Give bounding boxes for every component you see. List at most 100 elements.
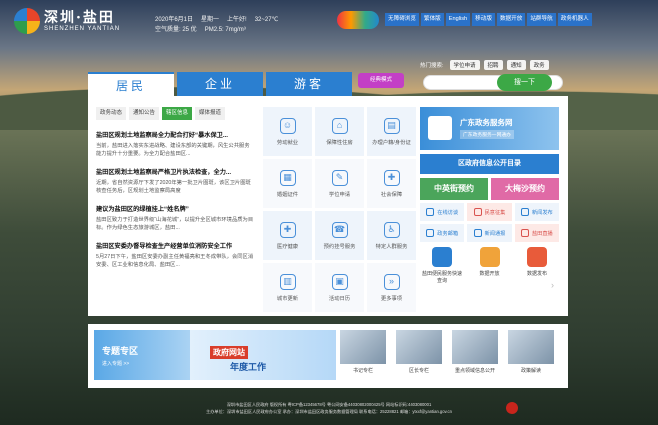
quick-links: 在线访谈 民意征集 新闻发布 政务邮箱 新闻通报 盐田直播 xyxy=(420,203,559,242)
weather-info: 2020年6月1日 星期一 上午好! 32~27℃ 空气质量: 25 优 PM2.5: … xyxy=(155,15,286,35)
audience-tabs: 居民 企业 游客 xyxy=(88,72,355,98)
temperature: 32~27℃ xyxy=(254,17,279,23)
logo-en-text: SHENZHEN YANTIAN xyxy=(44,25,121,32)
service-school[interactable]: ✎ 学位申请 xyxy=(315,159,364,208)
tab-district-info[interactable]: 辖区信息 xyxy=(162,107,193,120)
news-summary: 近期，省自然资源厅下发了2020年第一批卫片图斑，该区卫片图斑核查任务后，区规划… xyxy=(96,180,251,194)
pm25: PM2.5: 7mg/m³ xyxy=(204,27,246,33)
service-label: 特定人群服务 xyxy=(375,243,408,250)
policy-interpretation[interactable]: 政策解读 xyxy=(508,330,554,374)
service-urban-renewal[interactable]: ▥ 城市更新 xyxy=(263,263,312,312)
link-interview[interactable]: 在线访谈 xyxy=(420,203,465,221)
annual-report-banner[interactable]: 政府网站 年度工作 xyxy=(190,330,336,380)
service-label: 办理户籍/身份证 xyxy=(372,139,411,146)
list-item[interactable]: 建议为盐田区的绿植挂上“姓名牌” 盐田区致力于打造世界级“山海花城”，以提升全区城… xyxy=(96,204,254,232)
tab-residents[interactable]: 居民 xyxy=(88,72,174,98)
service-more[interactable]: » 更多事项 xyxy=(367,263,416,312)
search-button[interactable]: 搜一下 xyxy=(497,74,552,91)
tab-visitors[interactable]: 游客 xyxy=(266,72,352,96)
worker-icon: ☺ xyxy=(279,117,296,134)
service-employment[interactable]: ☺ 劳动就业 xyxy=(263,107,312,156)
weekday: 星期一 xyxy=(201,17,220,23)
toplink-data-open[interactable]: 数据开放 xyxy=(496,13,526,26)
gd-service-banner[interactable]: 广东政务服务网 广东政务服务一网通办 xyxy=(420,107,559,150)
link-press[interactable]: 新闻发布 xyxy=(514,203,559,221)
toplink-traditional[interactable]: 繁体版 xyxy=(420,13,444,26)
policy-image xyxy=(508,330,554,364)
service-grid: ☺ 劳动就业 ⌂ 保障性住房 ▤ 办理户籍/身份证 ▦ 婚姻证件 ✎ 学位申请 ✚ 社会保障… xyxy=(263,107,416,312)
list-item[interactable]: 盐田区规划土地监察局严格卫片执法检查，全力... 近期，省自然资源厅下发了2020… xyxy=(96,167,254,195)
classic-mode-button[interactable]: 经典模式 xyxy=(358,73,404,88)
date: 2020年6月1日 xyxy=(155,17,194,23)
greeting: 上午好! xyxy=(227,17,247,23)
topics-enter-link[interactable]: 进入专题 >> xyxy=(102,360,129,367)
news-title[interactable]: 盐田区安委办督导检查生产经营单位消防安全工作 xyxy=(96,241,254,250)
chevron-right-icon[interactable]: › xyxy=(551,280,554,290)
top-bar: 深圳·盐田 SHENZHEN YANTIAN 2020年6月1日 星期一 上午好! 3… xyxy=(0,0,658,42)
tab-business[interactable]: 企业 xyxy=(177,72,263,96)
service-label: 更多事项 xyxy=(380,295,403,302)
link-bulletin[interactable]: 新闻通报 xyxy=(467,224,512,242)
brand-badge-icon xyxy=(337,11,379,29)
list-item[interactable]: 盐田区规划土地监察局全力配合打好“暴水保卫... 当前，盐田进入落实东进战略、建设… xyxy=(96,130,254,158)
hot-search: 热门搜索: 学位申请 招聘 通知 政务 xyxy=(420,60,553,70)
service-household[interactable]: ▤ 办理户籍/身份证 xyxy=(367,107,416,156)
link-mailbox[interactable]: 政务邮箱 xyxy=(420,224,465,242)
hot-term[interactable]: 通知 xyxy=(506,60,526,70)
list-item[interactable]: 盐田区安委办督导检查生产经营单位消防安全工作 5月27日下午，盐田区安委办副主任黄… xyxy=(96,241,254,269)
news-title[interactable]: 盐田区规划土地监察局全力配合打好“暴水保卫... xyxy=(96,130,254,139)
certificate-icon: ▦ xyxy=(279,169,296,186)
gd-title: 广东政务服务网 xyxy=(460,118,513,127)
service-label: 活动日历 xyxy=(328,295,351,302)
topics-banner[interactable]: 专题专区 进入专题 >> xyxy=(94,330,204,380)
quick-query-app[interactable]: 盐田便民服务快速查询 xyxy=(420,247,464,284)
info-disclosure-button[interactable]: 区政府信息公开目录 xyxy=(420,154,559,174)
news-summary: 当前，盐田进入落实东进战略、建设东部的关键期，风生公共服务能力提升十分重要。为全… xyxy=(96,143,250,157)
air-quality: 空气质量: 25 优 xyxy=(155,27,197,33)
service-medical[interactable]: ✚ 医疗健康 xyxy=(263,211,312,260)
service-housing[interactable]: ⌂ 保障性住房 xyxy=(315,107,364,156)
service-label: 城市更新 xyxy=(276,295,299,302)
site-logo[interactable]: 深圳·盐田 SHENZHEN YANTIAN xyxy=(14,8,120,34)
link-opinion[interactable]: 民意征集 xyxy=(467,203,512,221)
hot-term[interactable]: 学位申请 xyxy=(449,60,480,70)
dameisha-booking-button[interactable]: 大梅沙预约 xyxy=(491,178,559,200)
gd-subtitle: 广东政务服务一网通办 xyxy=(460,130,514,139)
news-title[interactable]: 盐田区规划土地监察局严格卫片执法检查，全力... xyxy=(96,167,254,176)
news-summary: 盐田区致力于打造世界级“山海花城”，以提升全区城市环境品质为目标。作为绿色生态旅… xyxy=(96,217,254,231)
service-label: 社会保障 xyxy=(380,191,403,198)
news-summary: 5月27日下午，盐田区安委办副主任黄福亮和王冬成带队，会同区消安委、区工业和信息… xyxy=(96,254,254,268)
service-calendar[interactable]: ▣ 活动日历 xyxy=(315,263,364,312)
toplink-accessibility[interactable]: 无障碍浏览 xyxy=(385,13,419,26)
service-special-groups[interactable]: ♿ 特定人群服务 xyxy=(367,211,416,260)
key-areas-image xyxy=(452,330,498,364)
service-marriage[interactable]: ▦ 婚姻证件 xyxy=(263,159,312,208)
graduation-icon: ✎ xyxy=(331,169,348,186)
zhongyingjie-booking-button[interactable]: 中英街预约 xyxy=(420,178,488,200)
data-release-app[interactable]: 数据发布 xyxy=(515,247,559,284)
toplink-english[interactable]: English xyxy=(445,13,471,26)
hot-term[interactable]: 政务 xyxy=(529,60,549,70)
mayor-column[interactable]: 区长专栏 xyxy=(396,330,442,374)
service-appointment[interactable]: ☎ 预约挂号服务 xyxy=(315,211,364,260)
tab-media[interactable]: 媒体报道 xyxy=(195,107,226,120)
data-open-app[interactable]: 数据开放 xyxy=(468,247,512,284)
secretary-column-image xyxy=(340,330,386,364)
key-areas-column[interactable]: 重点领域信息公开 xyxy=(452,330,498,374)
toplink-robot[interactable]: 政务机器人 xyxy=(557,13,592,26)
toplink-mobile[interactable]: 移动版 xyxy=(472,13,495,26)
data-open-icon xyxy=(479,247,500,267)
hot-term[interactable]: 招聘 xyxy=(483,60,503,70)
chat-icon xyxy=(426,208,435,216)
tab-notices[interactable]: 通知公告 xyxy=(129,107,160,120)
news-title[interactable]: 建议为盐田区的绿植挂上“姓名牌” xyxy=(96,204,254,213)
toplink-site-nav[interactable]: 站群导航 xyxy=(527,13,556,26)
gov-emblem-icon[interactable] xyxy=(506,402,518,414)
link-live[interactable]: 盐田直播 xyxy=(514,224,559,242)
right-column: 广东政务服务网 广东政务服务一网通办 区政府信息公开目录 中英街预约 大梅沙预约… xyxy=(420,107,559,284)
secretary-column[interactable]: 书记专栏 xyxy=(340,330,386,374)
service-social-security[interactable]: ✚ 社会保障 xyxy=(367,159,416,208)
gd-logo-icon xyxy=(428,116,452,140)
more-icon: » xyxy=(383,273,400,290)
tab-gov-news[interactable]: 政务动态 xyxy=(96,107,127,120)
